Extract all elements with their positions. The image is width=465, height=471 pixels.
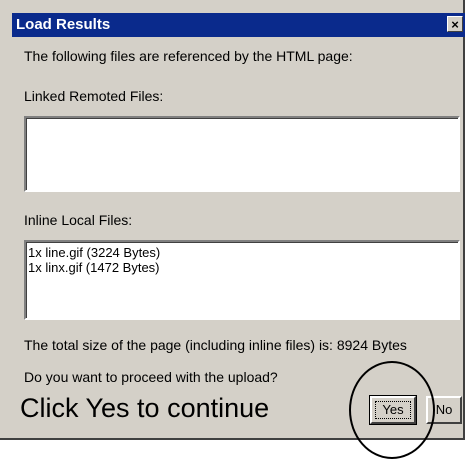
list-item[interactable]: 1x line.gif (3224 Bytes): [28, 245, 456, 260]
proceed-question: Do you want to proceed with the upload?: [24, 369, 278, 385]
title-bar: Load Results ×: [12, 13, 465, 37]
load-results-dialog: Load Results × The following files are r…: [0, 0, 465, 440]
yes-button[interactable]: Yes: [369, 395, 417, 425]
yes-button-label: Yes: [375, 401, 411, 419]
close-button[interactable]: ×: [447, 16, 463, 32]
instruction-caption: Click Yes to continue: [20, 393, 270, 423]
linked-files-list[interactable]: [24, 116, 460, 192]
list-item[interactable]: 1x linx.gif (1472 Bytes): [28, 260, 456, 275]
close-icon: ×: [451, 17, 459, 32]
no-button[interactable]: No: [426, 396, 462, 424]
inline-files-label: Inline Local Files:: [24, 212, 133, 228]
intro-text: The following files are referenced by th…: [24, 48, 353, 64]
inline-files-list[interactable]: 1x line.gif (3224 Bytes) 1x linx.gif (14…: [24, 240, 460, 320]
total-size-text: The total size of the page (including in…: [24, 337, 407, 353]
linked-files-label: Linked Remoted Files:: [24, 88, 164, 104]
dialog-title: Load Results: [16, 16, 111, 33]
